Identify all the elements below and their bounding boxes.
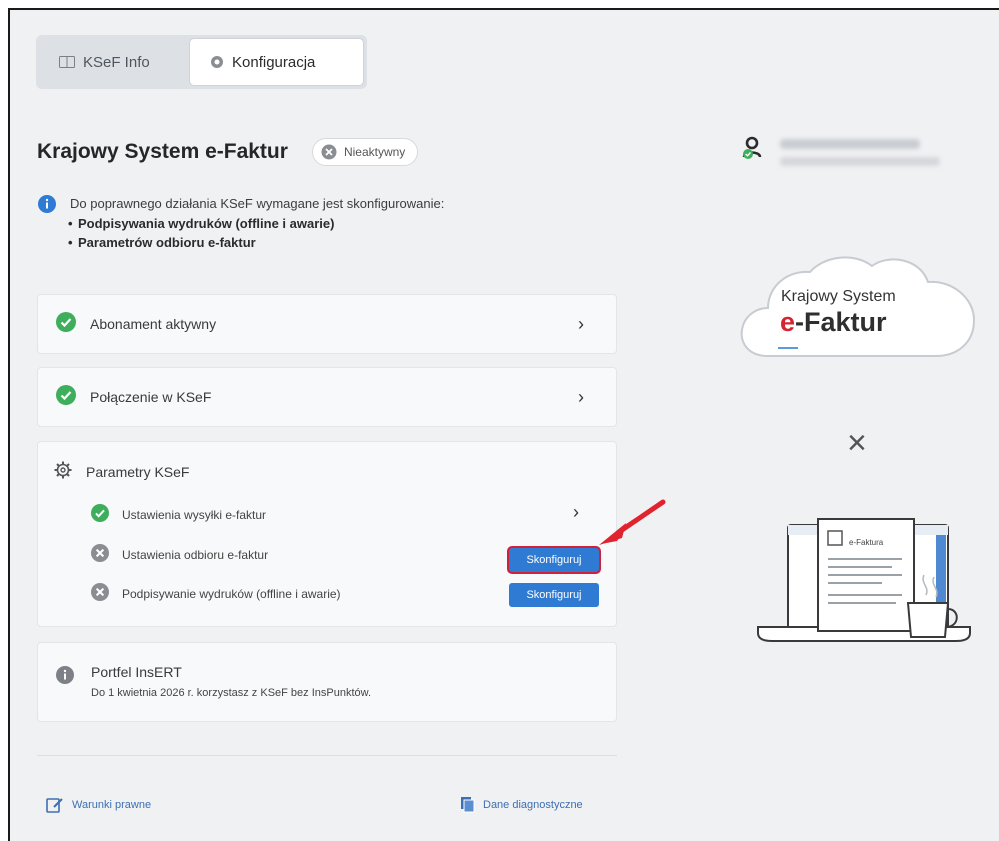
info-list-item: Podpisywania wydruków (offline i awarie) <box>68 214 444 233</box>
laptop-document-label: e-Faktura <box>849 538 884 547</box>
check-icon <box>56 311 76 337</box>
title-row: Krajowy System e-Faktur Nieaktywny <box>37 138 419 166</box>
legal-terms-link[interactable]: Warunki prawne <box>46 797 151 813</box>
info-list-item: Parametrów odbioru e-faktur <box>68 233 444 252</box>
info-intro: Do poprawnego działania KSeF wymagane je… <box>70 196 445 211</box>
cloud-logo-faktur: -Faktur <box>795 307 887 337</box>
subscription-label: Abonament aktywny <box>90 316 217 332</box>
info-text: Do poprawnego działania KSeF wymagane je… <box>68 194 445 252</box>
diagnostics-link[interactable]: Dane diagnostyczne <box>461 797 583 813</box>
tab-ksef-info[interactable]: KSeF Info <box>39 38 189 86</box>
divider <box>37 755 617 756</box>
inactive-icon <box>91 583 109 604</box>
chevron-right-icon: › <box>578 313 584 334</box>
cog-icon <box>54 461 72 482</box>
param-item-label: Podpisywanie wydruków (offline i awarie) <box>122 586 341 601</box>
configure-signing-button[interactable]: Skonfiguruj <box>509 583 599 607</box>
legal-terms-label: Warunki prawne <box>72 799 152 811</box>
info-icon <box>38 195 56 252</box>
annotation-arrow-icon <box>599 499 666 545</box>
portfel-title: Portfel InsERT <box>91 664 182 680</box>
tab-bar: KSeF Info Konfiguracja <box>36 35 367 89</box>
parameters-header: Parametry KSeF <box>54 461 189 482</box>
account-email-blurred <box>780 157 940 166</box>
tab-label: Konfiguracja <box>232 53 316 71</box>
parameters-card: Parametry KSeF Ustawienia wysyłki e-fakt… <box>37 441 617 627</box>
inactive-icon <box>321 144 337 160</box>
param-item-label: Ustawienia odbioru e-faktur <box>122 547 269 562</box>
cloud-logo-e: e <box>780 307 796 337</box>
tab-label: KSeF Info <box>83 53 150 71</box>
document-edit-icon <box>46 797 64 813</box>
param-item-label: Ustawienia wysyłki e-faktur <box>122 507 267 522</box>
info-icon <box>56 666 74 689</box>
parameters-title: Parametry KSeF <box>86 463 190 480</box>
param-item-sending[interactable]: Ustawienia wysyłki e-faktur <box>91 504 266 525</box>
portfel-text: Do 1 kwietnia 2026 r. korzystasz z KSeF … <box>91 687 372 699</box>
diagnostics-label: Dane diagnostyczne <box>483 799 583 811</box>
cloud-logo-line2: e-Faktur <box>780 307 887 338</box>
chevron-right-icon[interactable]: › <box>573 502 579 523</box>
connection-label: Połączenie w KSeF <box>90 389 212 405</box>
account-name-blurred <box>780 139 920 149</box>
times-symbol: × <box>847 424 867 462</box>
inactive-icon <box>91 544 109 565</box>
documents-icon <box>461 797 475 813</box>
book-icon <box>59 56 75 68</box>
tab-konfiguracja[interactable]: Konfiguracja <box>189 38 364 86</box>
chevron-right-icon: › <box>578 386 584 407</box>
subscription-card[interactable]: Abonament aktywny › <box>37 294 617 354</box>
portfel-card: Portfel InsERT Do 1 kwietnia 2026 r. kor… <box>37 642 617 722</box>
user-verified-icon <box>742 136 766 165</box>
configure-receiving-button[interactable]: Skonfiguruj <box>507 546 601 574</box>
connection-card[interactable]: Połączenie w KSeF › <box>37 367 617 427</box>
info-list: Podpisywania wydruków (offline i awarie)… <box>68 214 444 252</box>
status-badge: Nieaktywny <box>311 138 419 166</box>
cloud-logo-line1: Krajowy System <box>781 288 896 305</box>
laptop-illustration <box>757 518 971 642</box>
check-icon <box>91 504 109 525</box>
gear-icon <box>210 55 224 69</box>
check-icon <box>56 384 76 410</box>
status-badge-label: Nieaktywny <box>343 145 406 159</box>
page-title: Krajowy System e-Faktur <box>37 140 288 163</box>
param-item-signing: Podpisywanie wydruków (offline i awarie) <box>91 583 341 604</box>
info-box: Do poprawnego działania KSeF wymagane je… <box>38 194 444 252</box>
param-item-receiving: Ustawienia odbioru e-faktur <box>91 544 268 565</box>
account-details-blurred <box>780 136 940 166</box>
account-info <box>742 136 940 166</box>
